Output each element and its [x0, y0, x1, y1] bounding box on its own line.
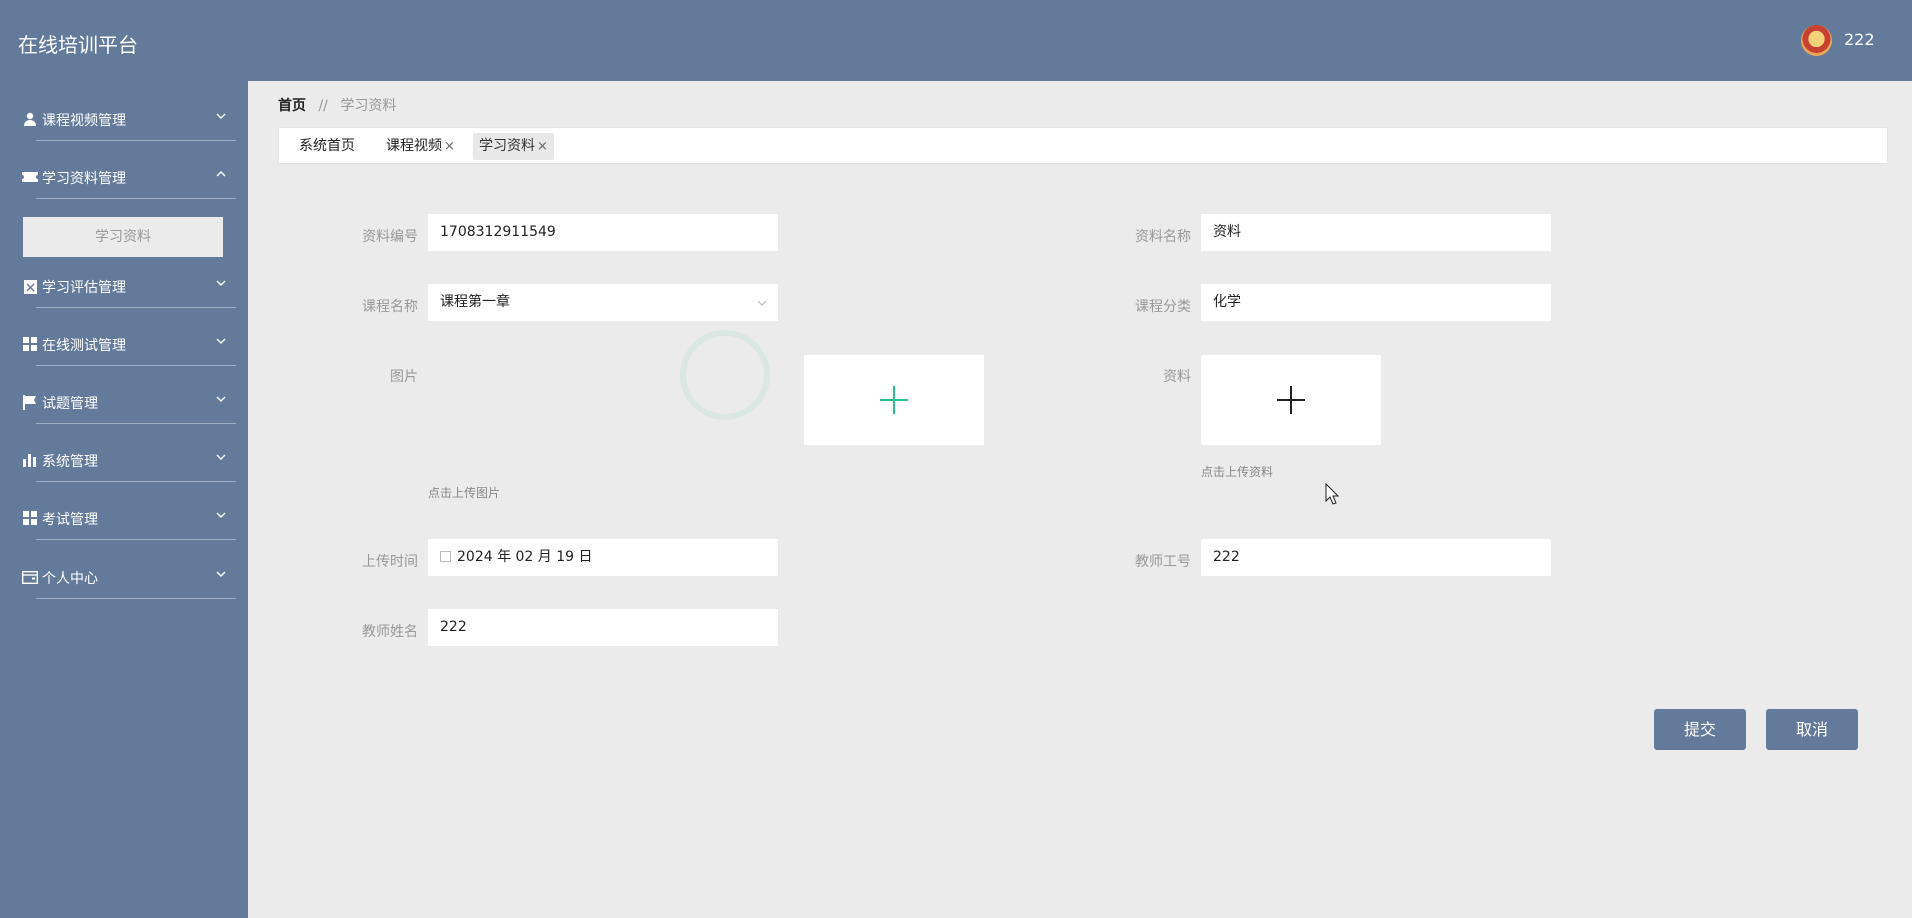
tab-label: 学习资料 — [479, 138, 535, 154]
chevron-down-icon — [216, 512, 226, 518]
sidebar-item-exam[interactable]: 考试管理 — [22, 498, 236, 540]
tabs-bar: 系统首页 课程视频 × 学习资料 × — [278, 127, 1888, 164]
teacher-name-label: 教师姓名 — [362, 624, 418, 640]
mouse-cursor-icon — [1325, 483, 1339, 505]
submenu-item-study-material[interactable]: 学习资料 — [23, 217, 223, 257]
plus-icon-vertical — [1290, 386, 1292, 414]
divider — [36, 481, 236, 482]
material-name-label: 资料名称 — [1135, 229, 1191, 245]
tab-label: 系统首页 — [299, 138, 355, 154]
teacher-no-label: 教师工号 — [1135, 554, 1191, 570]
teacher-no-input[interactable]: 222 — [1201, 539, 1551, 576]
submit-button[interactable]: 提交 — [1654, 709, 1746, 750]
upload-time-label: 上传时间 — [362, 554, 418, 570]
upload-time-date-input[interactable]: 2024 年 02 月 19 日 — [428, 539, 778, 576]
sidebar-item-label: 系统管理 — [42, 454, 98, 470]
divider — [36, 365, 236, 366]
chevron-down-icon — [216, 280, 226, 286]
sidebar-item-label: 在线测试管理 — [42, 338, 126, 354]
tab-label: 课程视频 — [386, 138, 442, 154]
course-category-label: 课程分类 — [1135, 299, 1191, 315]
clipboard-icon — [22, 278, 38, 294]
breadcrumb-current: 学习资料 — [340, 98, 397, 114]
chevron-down-icon — [216, 338, 226, 344]
sidebar-item-study-material[interactable]: 学习资料管理 — [22, 157, 236, 199]
divider — [36, 539, 236, 540]
sidebar-item-label: 课程视频管理 — [42, 113, 126, 129]
sidebar-item-personal-center[interactable]: 个人中心 — [22, 557, 236, 599]
avatar-icon[interactable] — [1801, 25, 1832, 56]
divider — [36, 423, 236, 424]
image-upload-box[interactable] — [804, 355, 984, 445]
close-icon[interactable]: × — [444, 139, 455, 154]
plus-icon-vertical — [893, 386, 895, 414]
upload-time-value: 2024 年 02 月 19 日 — [457, 549, 593, 565]
sidebar-item-label: 学习资料管理 — [42, 171, 126, 187]
username[interactable]: 222 — [1844, 30, 1875, 49]
grid-icon — [22, 510, 38, 526]
breadcrumb: 首页 // 学习资料 — [278, 95, 396, 115]
material-no-input[interactable]: 1708312911549 — [428, 214, 778, 251]
course-name-label: 课程名称 — [362, 299, 418, 315]
file-upload-box[interactable] — [1201, 355, 1381, 445]
sidebar: 课程视频管理 学习资料管理 学习资料 学习评估管理 在线测试管理 试题管理 系统… — [0, 81, 248, 918]
divider — [36, 198, 236, 199]
sidebar-item-label: 个人中心 — [42, 571, 98, 587]
sidebar-item-course-video[interactable]: 课程视频管理 — [22, 99, 236, 141]
course-category-input[interactable]: 化学 — [1201, 284, 1551, 321]
image-label: 图片 — [390, 369, 418, 385]
material-name-input[interactable]: 资料 — [1201, 214, 1551, 251]
sidebar-item-label: 试题管理 — [42, 396, 98, 412]
divider — [36, 140, 236, 141]
tab-course-video[interactable]: 课程视频 × — [380, 133, 461, 160]
file-upload-hint[interactable]: 点击上传资料 — [1201, 463, 1273, 480]
top-bar: 在线培训平台 222 — [0, 0, 1912, 81]
chevron-up-icon — [216, 171, 226, 177]
app-title: 在线培训平台 — [18, 33, 138, 57]
course-name-value: 课程第一章 — [440, 294, 510, 310]
tab-study-material[interactable]: 学习资料 × — [473, 133, 554, 160]
chevron-down-icon — [216, 113, 226, 119]
ticket-icon — [22, 169, 38, 185]
sidebar-item-label: 考试管理 — [42, 512, 98, 528]
file-label: 资料 — [1163, 369, 1191, 385]
sidebar-item-label: 学习评估管理 — [42, 280, 126, 296]
sidebar-item-system[interactable]: 系统管理 — [22, 440, 236, 482]
sidebar-item-study-evaluation[interactable]: 学习评估管理 — [22, 266, 236, 308]
teacher-name-input[interactable]: 222 — [428, 609, 778, 646]
chevron-down-icon — [757, 300, 767, 306]
flag-icon — [22, 394, 38, 410]
course-name-select[interactable]: 课程第一章 — [428, 284, 778, 321]
user-icon — [22, 111, 38, 127]
breadcrumb-home[interactable]: 首页 — [278, 98, 306, 114]
wallet-icon — [22, 569, 38, 585]
cancel-button[interactable]: 取消 — [1766, 709, 1858, 750]
divider — [36, 307, 236, 308]
bar-chart-icon — [22, 452, 38, 468]
breadcrumb-separator: // — [318, 98, 328, 114]
watermark-stamp — [680, 330, 770, 420]
tab-system-home[interactable]: 系统首页 — [293, 133, 361, 160]
calendar-icon — [440, 551, 451, 562]
chevron-down-icon — [216, 454, 226, 460]
chevron-down-icon — [216, 571, 226, 577]
close-icon[interactable]: × — [537, 139, 548, 154]
material-no-label: 资料编号 — [362, 229, 418, 245]
chevron-down-icon — [216, 396, 226, 402]
sidebar-item-online-test[interactable]: 在线测试管理 — [22, 324, 236, 366]
grid-icon — [22, 336, 38, 352]
sidebar-item-questions[interactable]: 试题管理 — [22, 382, 236, 424]
divider — [36, 598, 236, 599]
image-upload-hint[interactable]: 点击上传图片 — [428, 484, 500, 501]
